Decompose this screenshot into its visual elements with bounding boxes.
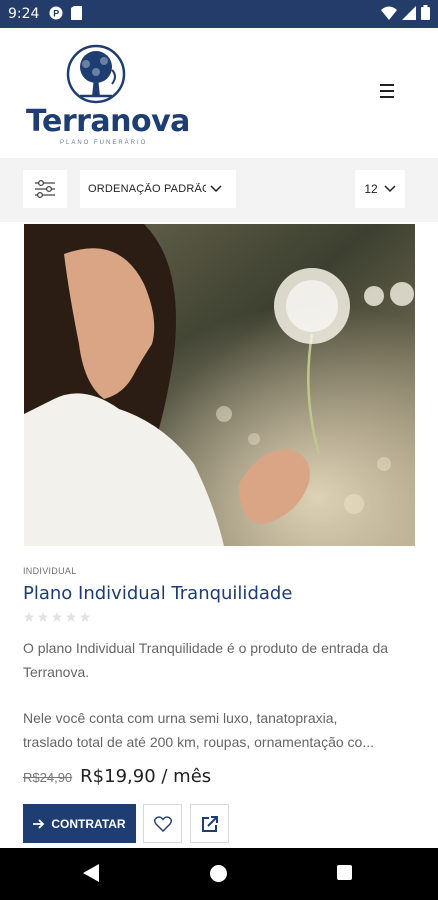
battery-icon	[421, 5, 430, 23]
price-row: R$24,90 R$19,90 / mês	[23, 766, 211, 787]
sort-select-value: ORDENAÇÃO PADRÃO	[88, 183, 206, 195]
logo-subtitle: PLANO FUNERÁRIO	[60, 140, 148, 146]
sort-select[interactable]: ORDENAÇÃO PADRÃO	[80, 170, 236, 208]
per-page-value: 12	[364, 182, 378, 196]
product-image[interactable]	[24, 224, 415, 546]
sliders-icon	[35, 179, 55, 199]
shop-toolbar: ORDENAÇÃO PADRÃO 12	[0, 158, 438, 222]
site-header: Terranova PLANO FUNERÁRIO	[0, 28, 438, 186]
notification-p-icon: P	[49, 6, 63, 23]
product-description: O plano Individual Tranquilidade é o pro…	[23, 640, 389, 680]
description-line: Nele você conta com urna semi luxo, tana…	[23, 710, 338, 726]
star-icon	[38, 612, 48, 622]
heart-icon	[153, 815, 172, 832]
product-description-more: Nele você conta com urna semi luxo, tana…	[23, 706, 415, 754]
logo-wordmark: Terranova	[26, 104, 190, 139]
arrow-right-icon	[33, 818, 45, 829]
chevron-down-icon	[210, 185, 222, 193]
star-icon	[66, 612, 76, 622]
star-rating	[23, 611, 91, 623]
contratar-button[interactable]: CONTRATAR	[23, 804, 136, 843]
status-time: 9:24	[8, 6, 40, 22]
per-page-select[interactable]: 12	[355, 170, 405, 208]
status-bar: 9:24 P	[0, 0, 438, 28]
tree-logo-icon	[66, 44, 126, 104]
chevron-down-icon	[384, 185, 396, 193]
android-nav-bar	[0, 848, 438, 900]
home-icon[interactable]	[210, 865, 227, 882]
terranova-logo[interactable]: Terranova PLANO FUNERÁRIO	[26, 44, 190, 146]
cell-signal-icon	[402, 5, 416, 23]
product-title[interactable]: Plano Individual Tranquilidade	[23, 583, 292, 604]
old-price: R$24,90	[23, 770, 73, 785]
sim-card-icon	[71, 5, 83, 23]
product-category[interactable]: INDIVIDUAL	[23, 566, 77, 576]
wishlist-button[interactable]	[143, 804, 182, 843]
external-link-button[interactable]	[190, 804, 229, 843]
filter-button[interactable]	[23, 170, 67, 208]
star-icon	[80, 612, 90, 622]
external-link-icon	[201, 815, 218, 832]
contratar-label: CONTRATAR	[51, 816, 126, 831]
star-icon	[52, 612, 62, 622]
star-icon	[24, 612, 34, 622]
svg-text:P: P	[54, 8, 60, 18]
hamburger-icon[interactable]	[378, 82, 396, 100]
recents-icon[interactable]	[337, 865, 352, 880]
current-price: R$19,90 / mês	[80, 766, 212, 787]
back-icon[interactable]	[83, 864, 99, 882]
product-photo	[24, 224, 415, 546]
description-line: traslado total de até 200 km, roupas, or…	[23, 734, 374, 750]
wifi-icon	[381, 6, 397, 23]
